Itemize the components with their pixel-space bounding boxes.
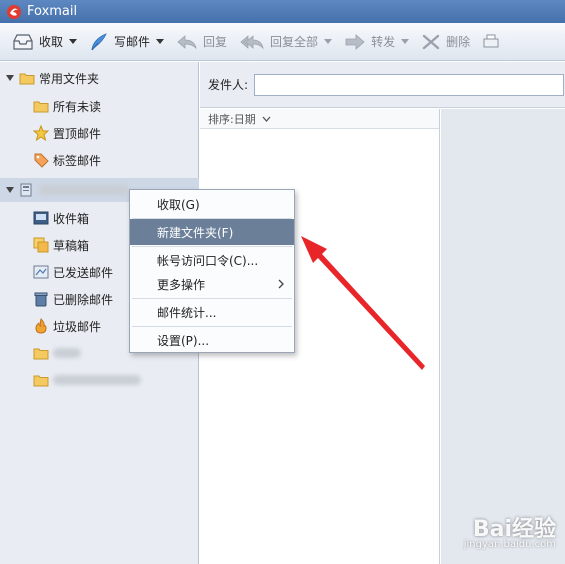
- sort-label: 排序:日期: [208, 112, 256, 126]
- reply-all-button[interactable]: 回复全部: [239, 28, 333, 56]
- sidebar-item-custom-folder-2[interactable]: [0, 368, 199, 392]
- menu-item-account-password[interactable]: 帐号访问口令(C)...: [130, 247, 294, 273]
- sender-label: 发件人:: [208, 78, 249, 92]
- menu-item-more-actions[interactable]: 更多操作: [130, 271, 294, 297]
- delete-button[interactable]: 删除: [421, 28, 470, 56]
- sender-filter-bar: 发件人:: [200, 62, 565, 108]
- menu-item-new-folder[interactable]: 新建文件夹(F): [130, 219, 294, 245]
- forward-button[interactable]: 转发: [344, 28, 410, 56]
- common-folders-header[interactable]: 常用文件夹: [0, 66, 199, 90]
- chevron-down-icon[interactable]: [156, 39, 165, 44]
- folder-icon: [19, 73, 35, 85]
- chevron-down-icon[interactable]: [401, 39, 410, 44]
- inbox-tray-icon: [13, 33, 33, 50]
- chevron-down-icon: [262, 116, 271, 122]
- sent-mail-icon: [33, 265, 49, 279]
- chevron-down-icon[interactable]: [69, 39, 78, 44]
- title-bar: Foxmail: [0, 0, 565, 23]
- expand-arrow-icon[interactable]: [6, 187, 14, 193]
- sidebar-item-tagged[interactable]: 标签邮件: [0, 148, 199, 172]
- trash-can-icon: [34, 292, 48, 307]
- menu-item-receive[interactable]: 收取(G): [130, 191, 294, 217]
- folder-icon: [33, 101, 49, 113]
- compose-button[interactable]: 写邮件: [89, 28, 165, 56]
- tag-icon: [34, 153, 49, 168]
- folder-icon: [33, 375, 49, 387]
- sidebar-item-all-unread[interactable]: 所有未读: [0, 94, 199, 118]
- chevron-right-icon: [278, 279, 284, 289]
- receive-button[interactable]: 收取: [12, 28, 78, 56]
- menu-item-settings[interactable]: 设置(P)...: [130, 327, 294, 353]
- forward-arrow-icon: [345, 33, 365, 50]
- reply-all-arrow-icon: [240, 34, 264, 49]
- watermark-url: jingyan.baidu.com: [463, 539, 556, 550]
- printer-icon: [483, 34, 499, 47]
- star-icon: [33, 125, 49, 141]
- window-title: Foxmail: [27, 4, 78, 19]
- menu-item-more-actions-label: 更多操作: [157, 277, 206, 292]
- account-context-menu: 收取(G) 新建文件夹(F) 帐号访问口令(C)... 更多操作 邮件统计...…: [129, 189, 295, 353]
- chevron-down-icon[interactable]: [324, 39, 333, 44]
- more-toolbar-button[interactable]: [482, 28, 505, 56]
- menu-item-mail-stats[interactable]: 邮件统计...: [130, 299, 294, 325]
- sidebar-item-pinned[interactable]: 置顶邮件: [0, 121, 199, 145]
- sender-search-input[interactable]: [254, 73, 565, 96]
- drafts-icon: [33, 237, 49, 253]
- inbox-icon: [33, 211, 49, 225]
- toolbar: 收取 写邮件 回复 回复全部 转发 删除: [0, 23, 565, 61]
- reply-button[interactable]: 回复: [176, 28, 227, 56]
- reply-arrow-icon: [177, 34, 197, 49]
- foxmail-logo-icon: [7, 4, 21, 19]
- redacted-account-name: [39, 185, 129, 195]
- baidu-jingyan-watermark: Bai经验 jingyan.baidu.com: [436, 505, 564, 559]
- sort-header[interactable]: 排序:日期: [200, 109, 439, 129]
- delete-x-icon: [422, 34, 440, 49]
- account-computer-icon: [20, 183, 32, 197]
- expand-arrow-icon[interactable]: [6, 75, 14, 81]
- redacted-folder-name: [53, 348, 81, 358]
- mail-preview-pane: [441, 109, 565, 564]
- feather-pen-icon: [91, 32, 107, 50]
- redacted-folder-name: [53, 375, 141, 385]
- folder-icon: [33, 348, 49, 360]
- junk-fire-icon: [35, 318, 47, 334]
